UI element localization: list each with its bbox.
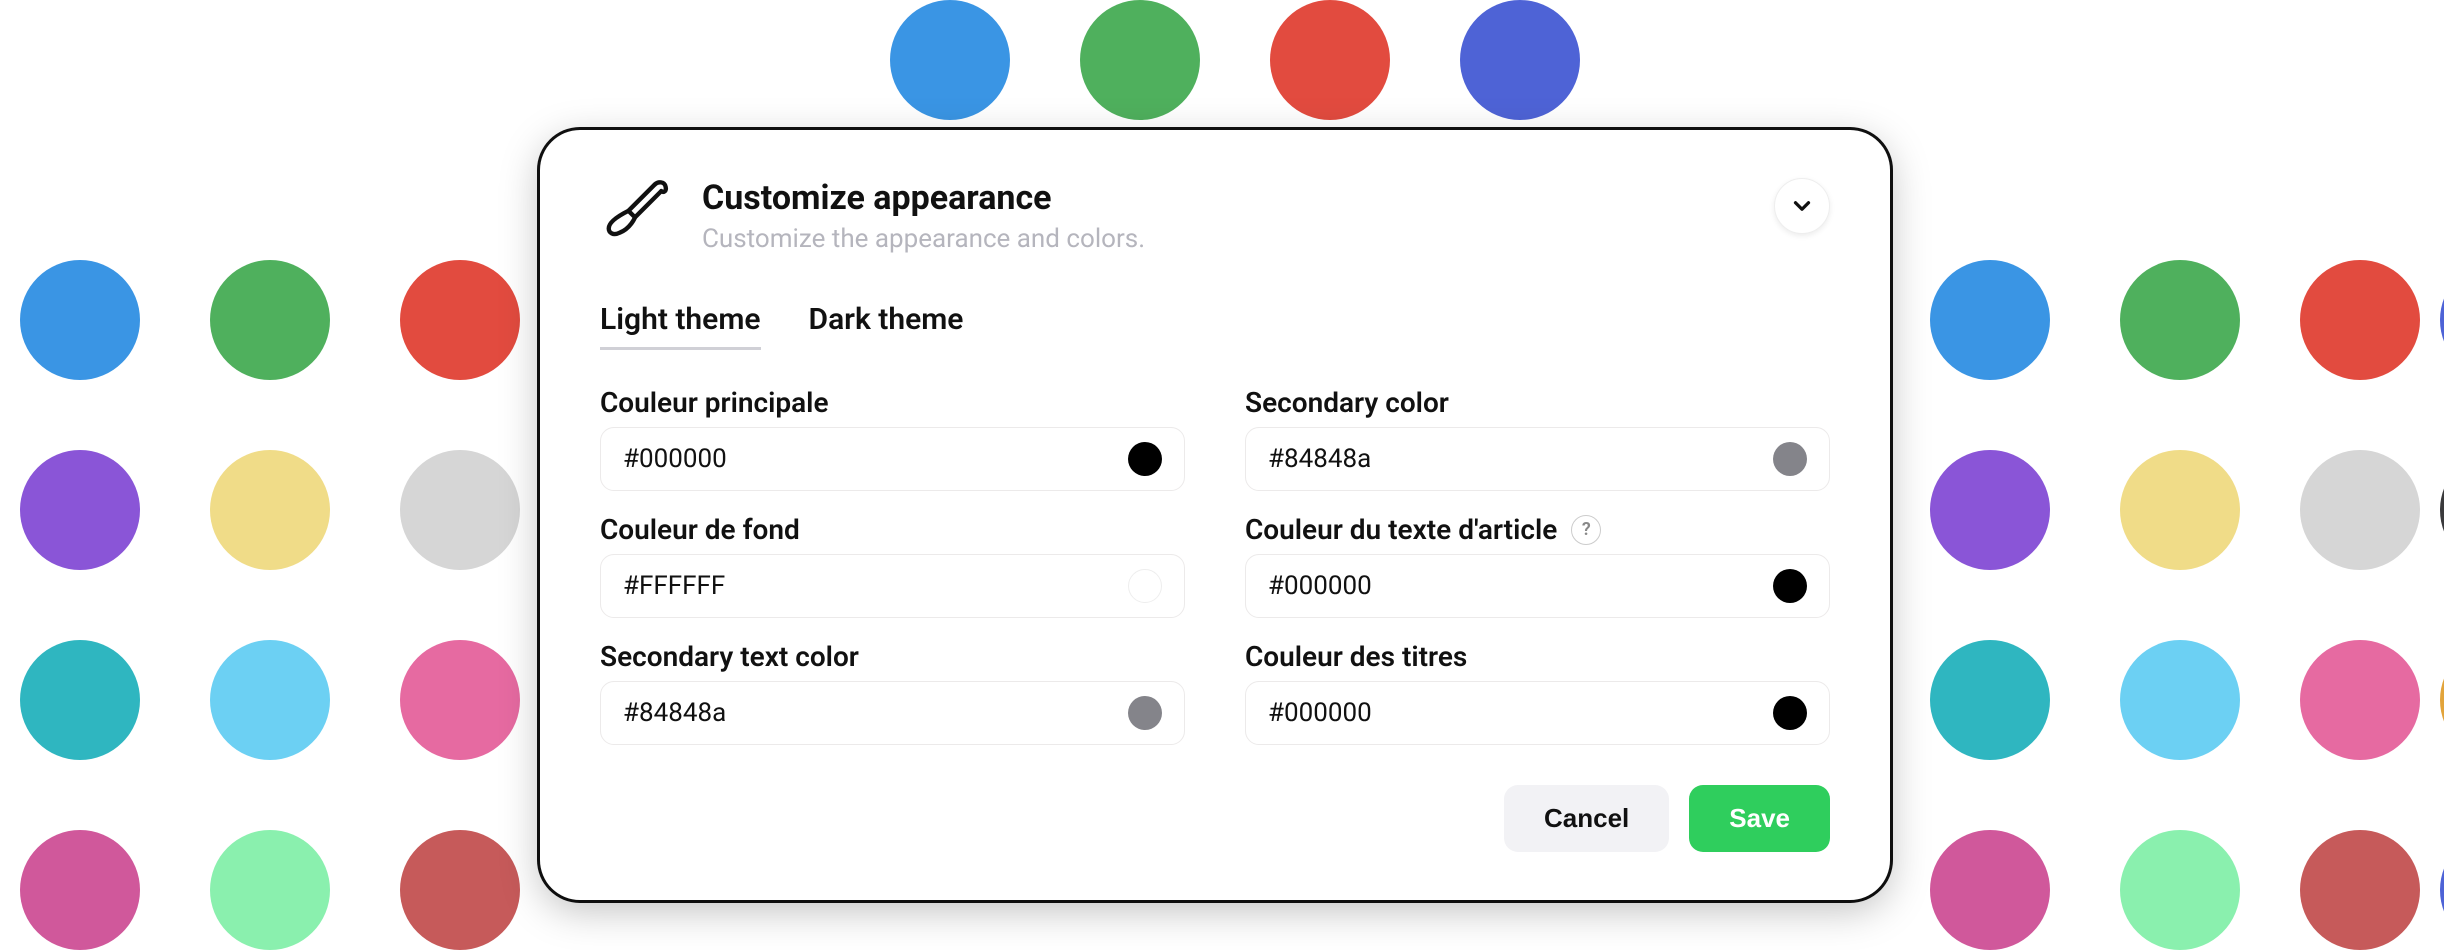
chevron-down-icon — [1789, 193, 1815, 219]
color-swatch — [1773, 696, 1807, 730]
collapse-button[interactable] — [1774, 178, 1830, 234]
background-dot — [1460, 0, 1580, 120]
background-dot — [2300, 830, 2420, 950]
background-dot — [1930, 450, 2050, 570]
background-dot — [2440, 260, 2444, 380]
background-dot — [400, 260, 520, 380]
background-dot — [400, 830, 520, 950]
save-button[interactable]: Save — [1689, 785, 1830, 852]
header-text: Customize appearance Customize the appea… — [702, 178, 1742, 254]
background-dot — [2440, 830, 2444, 950]
background-dot — [20, 260, 140, 380]
color-value: #000000 — [623, 444, 727, 474]
color-value: #84848a — [1268, 444, 1371, 474]
field-label: Couleur principale — [600, 386, 1185, 419]
background-dot — [2440, 450, 2444, 570]
field-article-text-color: Couleur du texte d'article ? #000000 — [1245, 513, 1830, 618]
color-swatch — [1128, 442, 1162, 476]
field-label: Couleur du texte d'article ? — [1245, 513, 1830, 546]
background-dot — [1270, 0, 1390, 120]
color-value: #000000 — [1268, 698, 1372, 728]
field-titles-color: Couleur des titres #000000 — [1245, 640, 1830, 745]
card-header: Customize appearance Customize the appea… — [600, 178, 1830, 254]
field-primary-color: Couleur principale #000000 — [600, 386, 1185, 491]
card-subtitle: Customize the appearance and colors. — [702, 224, 1742, 254]
theme-tabs: Light theme Dark theme — [600, 302, 1830, 350]
background-dot — [210, 640, 330, 760]
background-dot — [2300, 640, 2420, 760]
color-input-titles[interactable]: #000000 — [1245, 681, 1830, 745]
color-value: #000000 — [1268, 571, 1372, 601]
background-dot — [20, 450, 140, 570]
background-dot — [2120, 450, 2240, 570]
background-dot — [2440, 640, 2444, 760]
background-dot — [1930, 260, 2050, 380]
color-fields-grid: Couleur principale #000000 Secondary col… — [600, 386, 1830, 745]
help-icon[interactable]: ? — [1571, 515, 1601, 545]
background-dot — [400, 450, 520, 570]
background-dot — [2300, 450, 2420, 570]
background-dot — [210, 450, 330, 570]
color-value: #84848a — [623, 698, 726, 728]
tab-light-theme[interactable]: Light theme — [600, 302, 761, 350]
field-background-color: Couleur de fond #FFFFFF — [600, 513, 1185, 618]
color-value: #FFFFFF — [623, 571, 725, 601]
color-swatch — [1773, 442, 1807, 476]
field-label: Couleur de fond — [600, 513, 1185, 546]
color-input-primary[interactable]: #000000 — [600, 427, 1185, 491]
background-dot — [20, 830, 140, 950]
card-title: Customize appearance — [702, 178, 1742, 218]
field-secondary-text-color: Secondary text color #84848a — [600, 640, 1185, 745]
field-label: Secondary text color — [600, 640, 1185, 673]
background-dot — [2300, 260, 2420, 380]
appearance-card: Customize appearance Customize the appea… — [540, 130, 1890, 900]
background-dot — [890, 0, 1010, 120]
background-dot — [2120, 830, 2240, 950]
background-dot — [2120, 640, 2240, 760]
tab-dark-theme[interactable]: Dark theme — [809, 302, 964, 350]
color-input-background[interactable]: #FFFFFF — [600, 554, 1185, 618]
field-label: Couleur des titres — [1245, 640, 1830, 673]
background-dot — [210, 830, 330, 950]
field-label: Secondary color — [1245, 386, 1830, 419]
background-dot — [1080, 0, 1200, 120]
card-actions: Cancel Save — [600, 785, 1830, 852]
background-dot — [400, 640, 520, 760]
background-dot — [1930, 640, 2050, 760]
color-swatch — [1128, 569, 1162, 603]
field-label-text: Couleur du texte d'article — [1245, 513, 1557, 546]
background-dot — [2120, 260, 2240, 380]
color-input-secondary[interactable]: #84848a — [1245, 427, 1830, 491]
brush-icon — [600, 178, 670, 248]
cancel-button[interactable]: Cancel — [1504, 785, 1669, 852]
background-dot — [1930, 830, 2050, 950]
field-secondary-color: Secondary color #84848a — [1245, 386, 1830, 491]
color-input-secondary-text[interactable]: #84848a — [600, 681, 1185, 745]
color-swatch — [1773, 569, 1807, 603]
color-swatch — [1128, 696, 1162, 730]
background-dot — [210, 260, 330, 380]
color-input-article-text[interactable]: #000000 — [1245, 554, 1830, 618]
background-dot — [20, 640, 140, 760]
